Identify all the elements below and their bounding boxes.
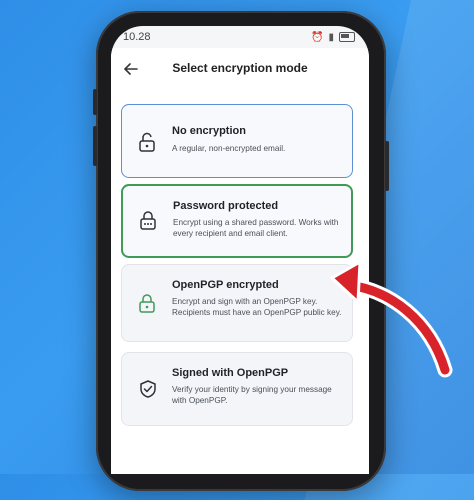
- option-signed-openpgp[interactable]: Signed with OpenPGP Verify your identity…: [121, 352, 353, 426]
- option-no-encryption[interactable]: No encryption A regular, non-encrypted e…: [121, 104, 353, 178]
- power-button: [385, 141, 389, 191]
- status-icons: ⏰ ▮: [311, 32, 355, 43]
- unlock-icon: [138, 132, 158, 152]
- page-title: Select encryption mode: [172, 61, 308, 75]
- option-description: Verify your identity by signing your mes…: [172, 385, 332, 405]
- back-arrow-icon[interactable]: [119, 57, 143, 81]
- option-title: Password protected: [173, 200, 279, 212]
- app-bar: Select encryption mode: [111, 48, 369, 88]
- lock-icon: [138, 293, 158, 313]
- option-description: Encrypt using a shared password. Works w…: [173, 218, 339, 238]
- option-description: Encrypt and sign with an OpenPGP key. Re…: [172, 297, 342, 317]
- signal-icon: ▮: [328, 31, 334, 43]
- option-title: No encryption: [172, 125, 246, 137]
- option-title: Signed with OpenPGP: [172, 367, 289, 379]
- annotation-arrow-icon: [330, 260, 453, 378]
- volume-button: [93, 126, 97, 166]
- option-password-protected[interactable]: Password protected Encrypt using a share…: [121, 184, 353, 258]
- option-title: OpenPGP encrypted: [172, 279, 279, 291]
- shield-check-icon: [138, 379, 158, 399]
- alarm-icon: ⏰: [311, 31, 324, 43]
- option-openpgp-encrypted[interactable]: OpenPGP encrypted Encrypt and sign with …: [121, 264, 353, 342]
- password-lock-icon: [139, 210, 159, 230]
- status-time: 10.28: [123, 31, 151, 43]
- battery-icon: [339, 32, 355, 42]
- option-description: A regular, non-encrypted email.: [172, 144, 286, 153]
- volume-button: [93, 89, 97, 115]
- status-bar: 10.28 ⏰ ▮: [111, 26, 369, 48]
